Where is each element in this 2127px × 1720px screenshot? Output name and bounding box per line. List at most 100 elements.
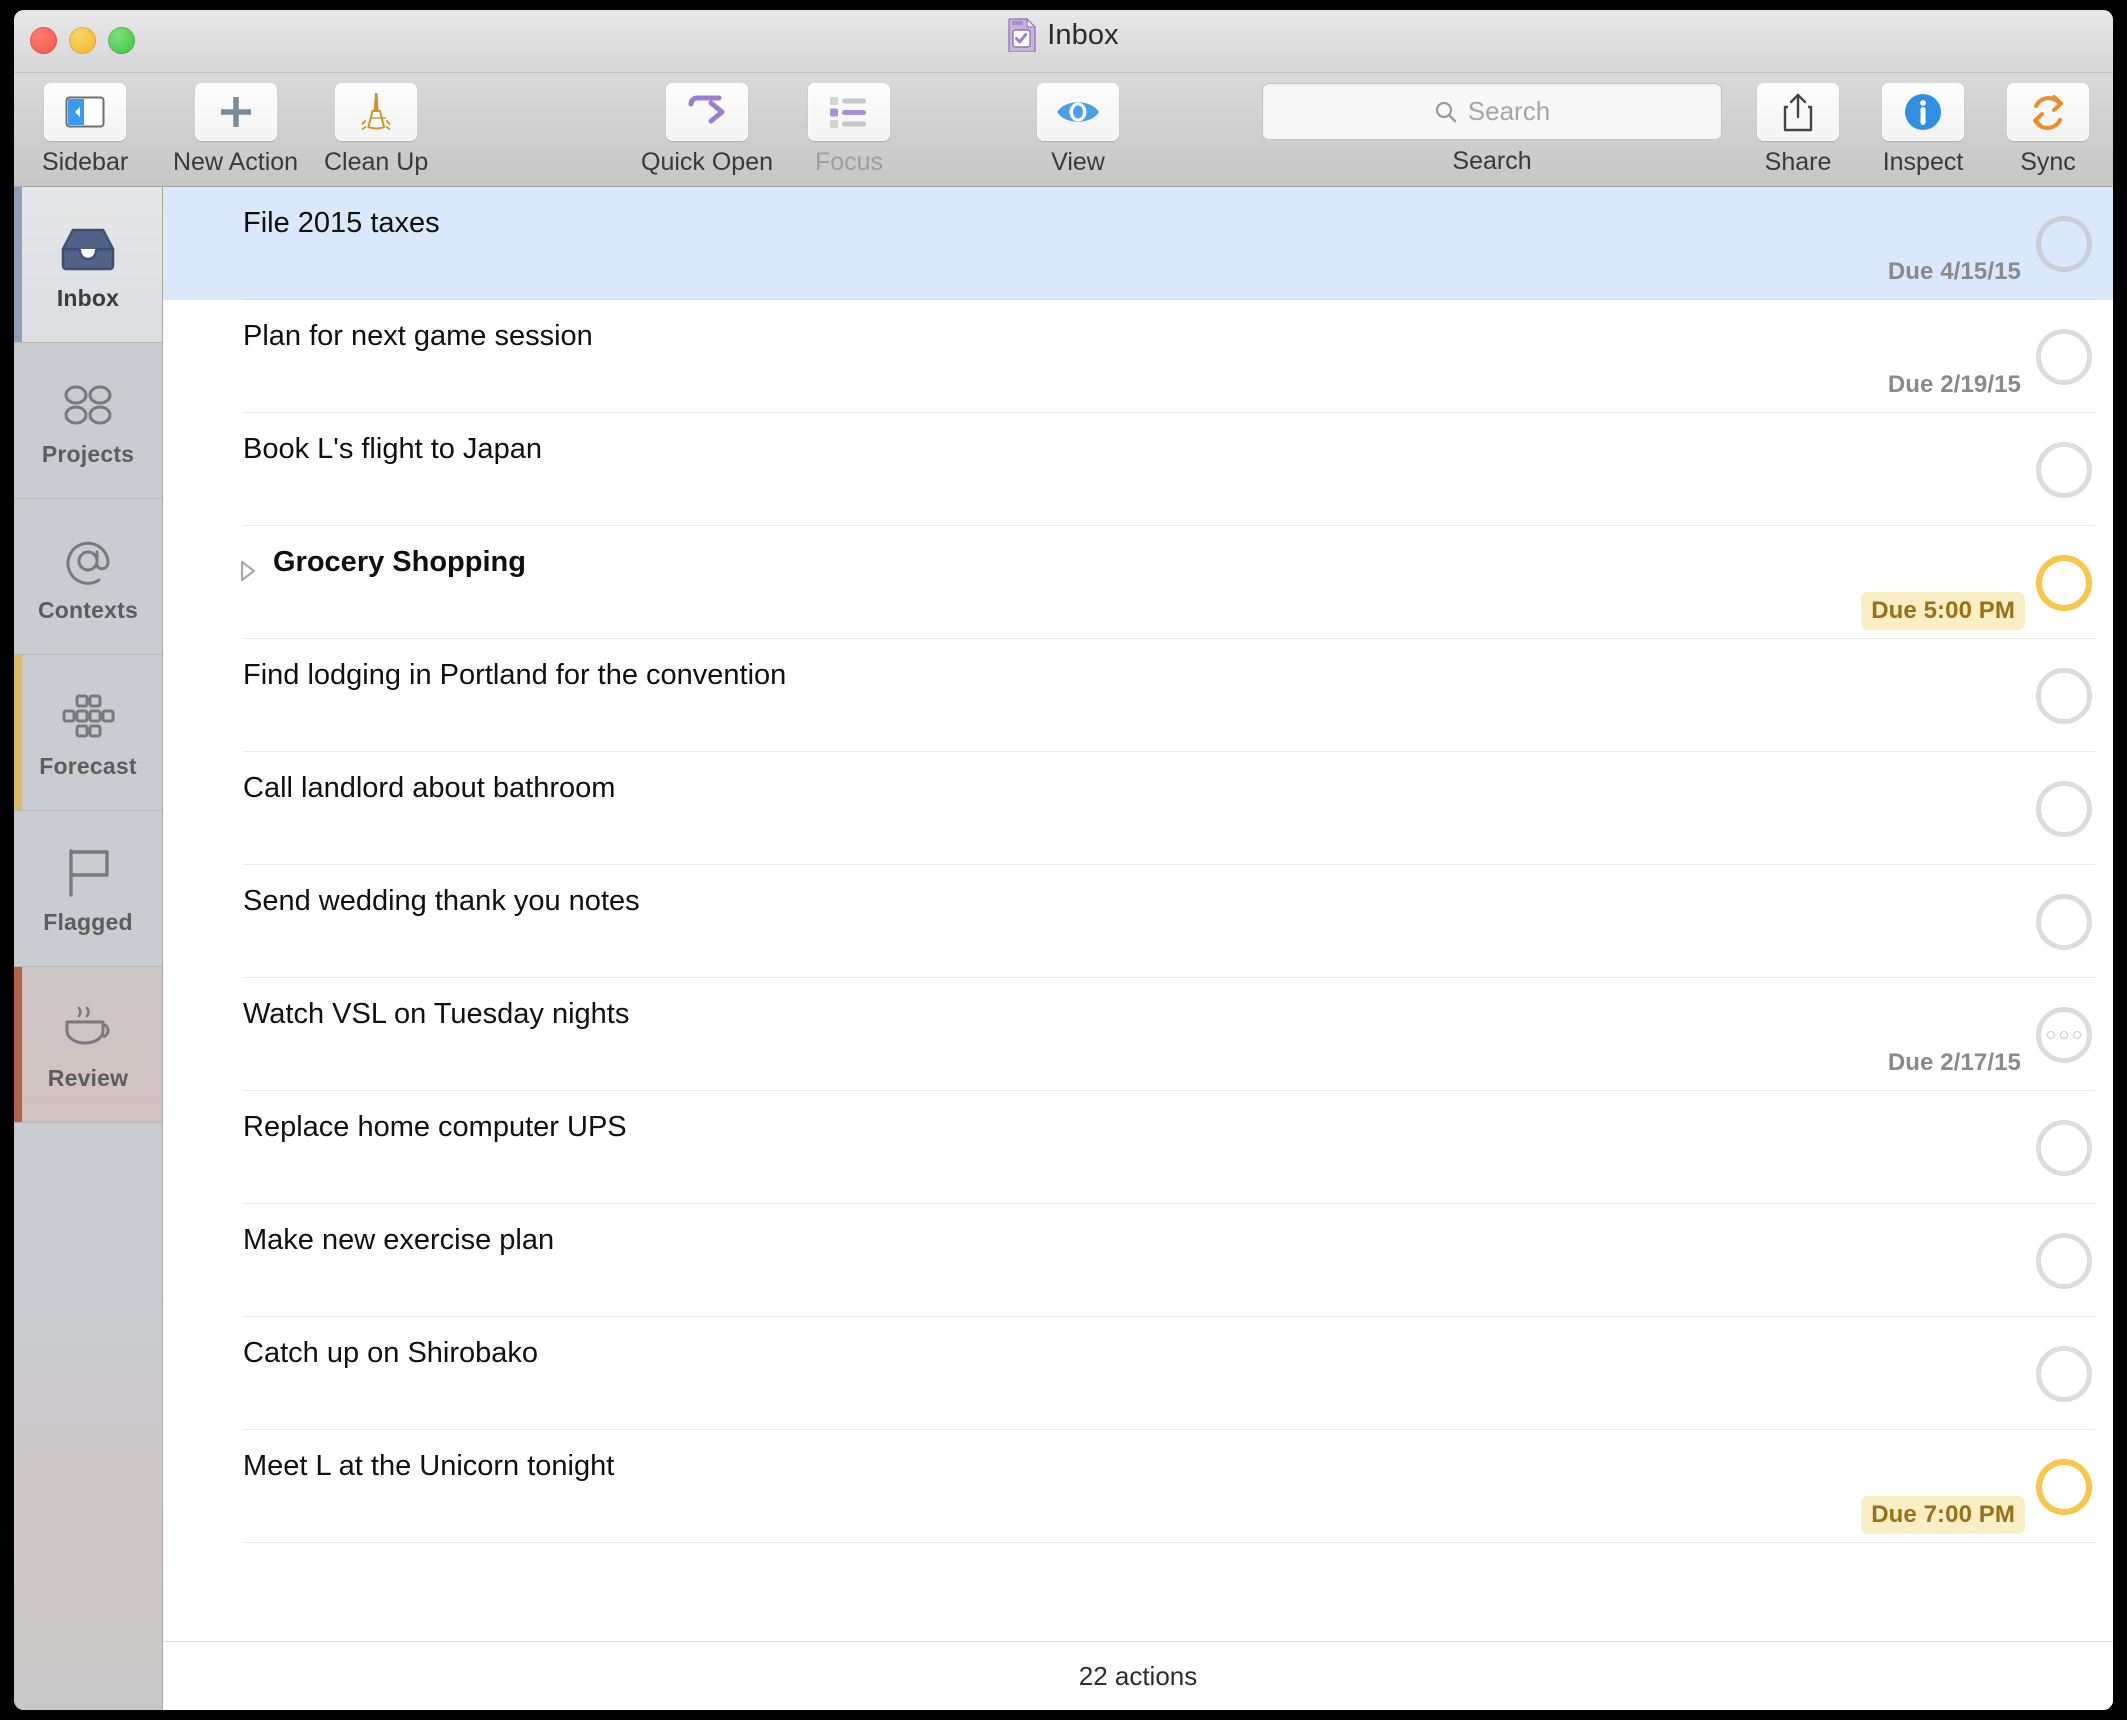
toolbar-button-share[interactable]: Share [1757,83,1839,177]
toolbar-button-view[interactable]: View [1037,83,1119,177]
sidebar-label-forecast: Forecast [39,752,137,779]
action-row[interactable]: Replace home computer UPS [163,1091,2113,1204]
complete-checkbox-circle[interactable] [2036,215,2092,272]
sidebar-item-inbox[interactable]: Inbox [14,187,162,343]
search-placeholder: Search [1467,96,1551,126]
action-row[interactable]: Find lodging in Portland for the convent… [163,639,2113,752]
broom-icon [335,83,418,141]
search-group: Search Search [1262,83,1722,176]
search-input[interactable]: Search [1262,83,1722,140]
complete-checkbox-circle[interactable] [2036,893,2092,950]
window-title: Inbox [1047,18,1119,51]
main-body: Inbox Projects Contexts Forecast Flagged… [14,187,2113,1710]
sync-refresh-icon [2007,83,2089,141]
toolbar-button-inspect[interactable]: Inspect [1882,83,1964,177]
toolbar-label-inspect: Inspect [1882,148,1964,176]
plus-icon [194,83,277,141]
complete-checkbox-circle[interactable] [2036,328,2092,385]
sidebar-strip-contexts [14,499,22,654]
action-title: Catch up on Shirobako [243,1337,539,1369]
due-badge: Due 7:00 PM [1861,1496,2025,1534]
action-list: File 2015 taxes Due 4/15/15 Plan for next … [163,187,2113,1641]
complete-checkbox-circle[interactable] [2036,1232,2092,1289]
action-title: Grocery Shopping [273,546,526,578]
toolbar-label-view: View [1051,148,1105,176]
action-title: Call landlord about bathroom [243,772,616,804]
complete-checkbox-circle[interactable] [2036,1345,2092,1402]
sidebar-label-inbox: Inbox [56,284,120,311]
action-row[interactable]: Watch VSL on Tuesday nights Due 2/17/15 [163,978,2113,1091]
complete-checkbox-circle[interactable] [2036,1119,2092,1176]
at-sign-icon [61,530,115,592]
action-row[interactable]: Grocery Shopping Due 5:00 PM [163,526,2113,639]
share-upload-icon [1757,83,1839,141]
toolbar-button-new-action[interactable]: New Action [173,83,298,177]
sidebar-item-review[interactable]: Review [14,967,162,1123]
action-row[interactable]: Call landlord about bathroom [163,752,2113,865]
repeat-dots-icon [2047,1030,2081,1039]
action-row[interactable]: Make new exercise plan [163,1204,2113,1317]
action-list-pane: File 2015 taxes Due 4/15/15 Plan for next … [163,187,2113,1710]
toolbar-button-sidebar[interactable]: Sidebar [42,83,128,177]
complete-checkbox-circle[interactable] [2036,441,2092,498]
omnifocus-document-icon [1008,17,1037,53]
action-row[interactable]: Meet L at the Unicorn tonight Due 7:00 PM [163,1430,2113,1543]
search-icon [1435,101,1456,122]
flag-icon [61,842,115,904]
sidebar-label-flagged: Flagged [43,908,133,935]
complete-checkbox-circle[interactable] [2036,667,2092,724]
action-row[interactable]: Catch up on Shirobako [163,1317,2113,1430]
toolbar-button-focus[interactable]: Focus [808,83,890,177]
repeating-status-circle-icon[interactable] [2036,1006,2092,1063]
toolbar-label-quick-open: Quick Open [641,148,774,176]
sidebar-item-contexts[interactable]: Contexts [14,499,162,655]
action-row[interactable]: File 2015 taxes Due 4/15/15 [163,187,2113,300]
toolbar-label-clean-up: Clean Up [324,148,429,176]
sidebar-toggle-icon [44,83,127,141]
due-date-label: Due 2/19/15 [1887,371,2021,398]
complete-checkbox-circle[interactable] [2036,554,2092,611]
toolbar-label-share: Share [1764,148,1832,176]
toolbar: Sidebar New Action Clean Up Quick Open F… [14,73,2113,187]
toolbar-button-clean-up[interactable]: Clean Up [324,83,428,177]
action-row[interactable]: Send wedding thank you notes [163,865,2113,978]
toolbar-label-new-action: New Action [173,148,299,176]
sidebar-strip-flagged [14,811,22,966]
toolbar-button-quick-open[interactable]: Quick Open [641,83,773,177]
sidebar-label-projects: Projects [41,440,135,467]
action-title: Send wedding thank you notes [243,885,640,917]
inbox-tray-icon [59,218,117,280]
complete-checkbox-circle[interactable] [2036,1458,2092,1515]
complete-checkbox-circle[interactable] [2036,780,2092,837]
sidebar-item-projects[interactable]: Projects [14,343,162,499]
action-title: Meet L at the Unicorn tonight [243,1450,615,1482]
status-bar: 22 actions [163,1641,2113,1710]
info-circle-icon [1882,83,1964,141]
action-title: Book L's flight to Japan [243,433,542,465]
title-bar: Inbox [14,10,2113,73]
toolbar-button-sync[interactable]: Sync [2007,83,2089,177]
sidebar-strip-forecast [14,655,22,810]
action-row[interactable]: Book L's flight to Japan [163,413,2113,526]
sidebar-item-forecast[interactable]: Forecast [14,655,162,811]
action-title: File 2015 taxes [243,207,440,239]
arrow-right-icon [666,83,748,141]
action-title: Watch VSL on Tuesday nights [243,998,630,1030]
due-badge: Due 5:00 PM [1861,592,2025,630]
sidebar-strip-projects [14,343,22,498]
toolbar-label-sidebar: Sidebar [42,148,129,176]
toolbar-label-sync: Sync [2020,148,2076,176]
focus-list-icon [808,83,890,141]
action-count-status: 22 actions [1078,1660,1198,1691]
due-date-label: Due 4/15/15 [1887,258,2021,285]
action-title: Make new exercise plan [243,1224,555,1256]
window-title-group: Inbox [14,17,2113,53]
sidebar-item-flagged[interactable]: Flagged [14,811,162,967]
coffee-cup-icon [59,998,117,1060]
sidebar-strip-review [14,967,22,1122]
action-title: Find lodging in Portland for the convent… [243,659,787,691]
action-row[interactable]: Plan for next game session Due 2/19/15 [163,300,2113,413]
sidebar-label-review: Review [47,1064,129,1091]
action-title: Plan for next game session [243,320,593,352]
projects-dots-icon [61,374,115,436]
